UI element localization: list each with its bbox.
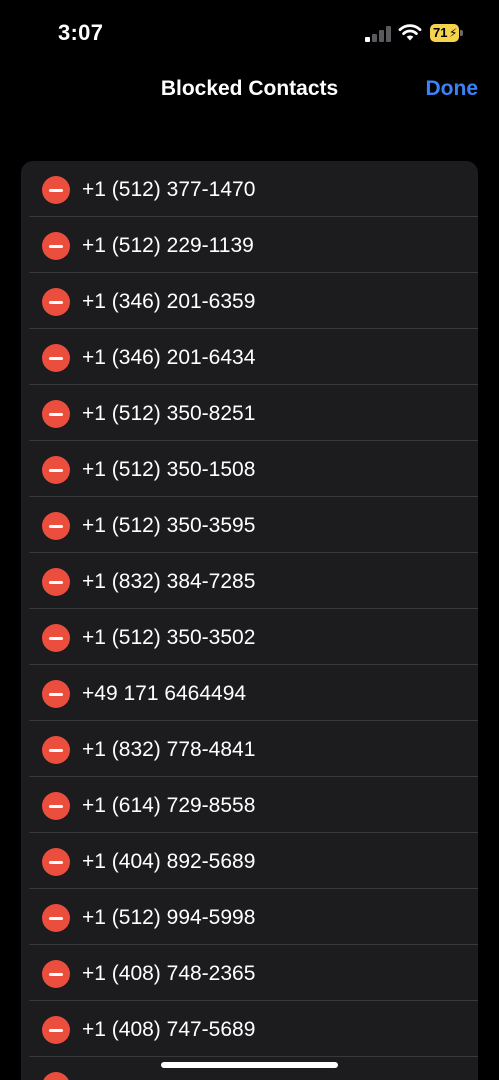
status-time: 3:07 [58, 20, 104, 45]
remove-contact-icon[interactable] [42, 624, 70, 652]
blocked-contacts-list: +1 (512) 377-1470 +1 (512) 229-1139 +1 (34… [21, 161, 478, 1080]
remove-contact-icon[interactable] [42, 344, 70, 372]
blocked-contact-row[interactable]: +1 (832) 778-4841 [21, 721, 478, 777]
contact-phone-number: +1 (408) 747-5689 [82, 1018, 256, 1041]
blocked-contact-row[interactable]: +1 (832) 384-7285 [21, 553, 478, 609]
blocked-contact-row[interactable]: +1 (408) 748-2365 [21, 945, 478, 1001]
blocked-contact-row[interactable]: +1 (346) 201-6359 [21, 273, 478, 329]
remove-contact-icon[interactable] [42, 680, 70, 708]
remove-contact-icon[interactable] [42, 176, 70, 204]
remove-contact-icon[interactable] [42, 568, 70, 596]
remove-contact-icon[interactable] [42, 1072, 70, 1080]
contact-phone-number: +1 (512) 350-8251 [82, 402, 256, 425]
contact-phone-number: +1 (832) 778-4841 [82, 738, 256, 761]
blocked-contact-row[interactable]: +1 (512) 377-1470 [21, 161, 478, 217]
charging-bolt-icon: ⚡ [449, 26, 458, 40]
blocked-contact-row[interactable]: +49 171 6464494 [21, 665, 478, 721]
contact-phone-number: +1 (346) 201-6359 [82, 290, 256, 313]
contact-phone-number: +1 (512) 994-5998 [82, 906, 256, 929]
blocked-contact-row[interactable]: +1 (512) 350-8251 [21, 385, 478, 441]
done-button[interactable]: Done [426, 76, 479, 102]
contact-phone-number: +1 (512) 350-3595 [82, 514, 256, 537]
contact-phone-number: +49 171 6464494 [82, 682, 247, 705]
blocked-contact-row[interactable]: +1 (512) 350-3502 [21, 609, 478, 665]
remove-contact-icon[interactable] [42, 512, 70, 540]
home-indicator[interactable] [161, 1062, 338, 1068]
blocked-contact-row-partial[interactable] [21, 1057, 478, 1080]
remove-contact-icon[interactable] [42, 288, 70, 316]
contact-phone-number: +1 (346) 201-6434 [82, 346, 256, 369]
contact-phone-number: +1 (512) 350-3502 [82, 626, 256, 649]
wifi-icon [398, 24, 422, 41]
blocked-contact-row[interactable]: +1 (512) 350-1508 [21, 441, 478, 497]
blocked-contact-row[interactable]: +1 (408) 747-5689 [21, 1001, 478, 1057]
battery-cap [460, 30, 463, 36]
contact-phone-number: +1 (832) 384-7285 [82, 570, 256, 593]
blocked-contact-row[interactable]: +1 (614) 729-8558 [21, 777, 478, 833]
contact-phone-number: +1 (614) 729-8558 [82, 794, 256, 817]
remove-contact-icon[interactable] [42, 232, 70, 260]
status-bar: 3:07 71 ⚡ [0, 0, 499, 66]
remove-contact-icon[interactable] [42, 1016, 70, 1044]
contact-phone-number: +1 (512) 229-1139 [82, 234, 254, 257]
contact-phone-number: +1 (512) 350-1508 [82, 458, 256, 481]
remove-contact-icon[interactable] [42, 792, 70, 820]
remove-contact-icon[interactable] [42, 456, 70, 484]
remove-contact-icon[interactable] [42, 960, 70, 988]
contact-phone-number: +1 (408) 748-2365 [82, 962, 256, 985]
remove-contact-icon[interactable] [42, 736, 70, 764]
blocked-contact-row[interactable]: +1 (404) 892-5689 [21, 833, 478, 889]
blocked-contact-row[interactable]: +1 (512) 229-1139 [21, 217, 478, 273]
blocked-contact-row[interactable]: +1 (512) 994-5998 [21, 889, 478, 945]
cellular-signal-icon [365, 26, 391, 42]
contact-phone-number: +1 (512) 377-1470 [82, 178, 256, 201]
blocked-contacts-screen: 3:07 71 ⚡ Blocked Contacts Done +1 (512)… [0, 0, 499, 1080]
remove-contact-icon[interactable] [42, 848, 70, 876]
battery-icon: 71 ⚡ [430, 24, 464, 42]
blocked-contact-row[interactable]: +1 (512) 350-3595 [21, 497, 478, 553]
remove-contact-icon[interactable] [42, 400, 70, 428]
page-title: Blocked Contacts [160, 77, 339, 100]
blocked-contact-row[interactable]: +1 (346) 201-6434 [21, 329, 478, 385]
remove-contact-icon[interactable] [42, 904, 70, 932]
contact-phone-number: +1 (404) 892-5689 [82, 850, 256, 873]
